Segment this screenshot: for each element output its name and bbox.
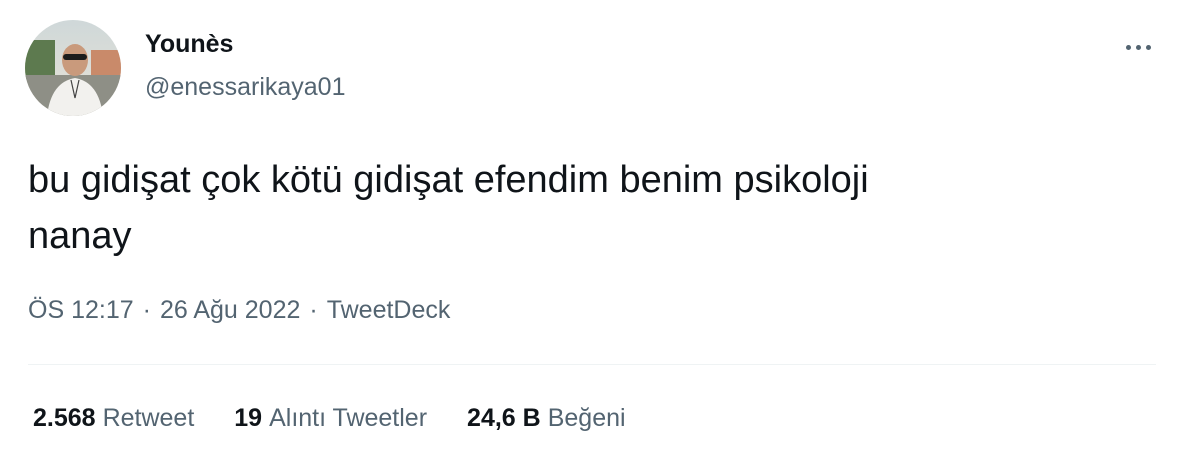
retweets-count: 2.568 (33, 404, 96, 432)
dot (1135, 44, 1141, 50)
tweet-text: bu gidişat çok kötü gidişat efendim beni… (28, 159, 869, 257)
avatar[interactable] (25, 20, 121, 116)
tweet-time[interactable]: ÖS 12:17 (28, 296, 134, 324)
tweet-stats: 2.568 Retweet 19 Alıntı Tweetler 24,6 B Beğ… (33, 404, 626, 433)
dot (1145, 44, 1151, 50)
likes-stat[interactable]: 24,6 B Beğeni (467, 404, 626, 433)
retweets-label: Retweet (102, 404, 195, 432)
author-name[interactable]: Younès (145, 30, 233, 59)
divider (28, 364, 1156, 365)
author-handle[interactable]: @enessarikaya01 (145, 73, 346, 102)
likes-count: 24,6 B (467, 404, 541, 432)
tweet-date[interactable]: 26 Ağu 2022 (160, 296, 300, 324)
retweets-stat[interactable]: 2.568 Retweet (33, 404, 194, 433)
separator: · (309, 296, 318, 324)
quotes-label: Alıntı Tweetler (269, 404, 428, 432)
more-dots-icon[interactable] (1120, 36, 1156, 58)
quotes-stat[interactable]: 19 Alıntı Tweetler (234, 404, 427, 433)
likes-label: Beğeni (547, 404, 626, 432)
quotes-count: 19 (234, 404, 263, 432)
separator: · (142, 296, 151, 324)
tweet-source[interactable]: TweetDeck (327, 296, 451, 324)
avatar-image (25, 20, 121, 116)
tweet-meta: ÖS 12:17 · 26 Ağu 2022 · TweetDeck (28, 296, 450, 325)
dot (1125, 44, 1131, 50)
